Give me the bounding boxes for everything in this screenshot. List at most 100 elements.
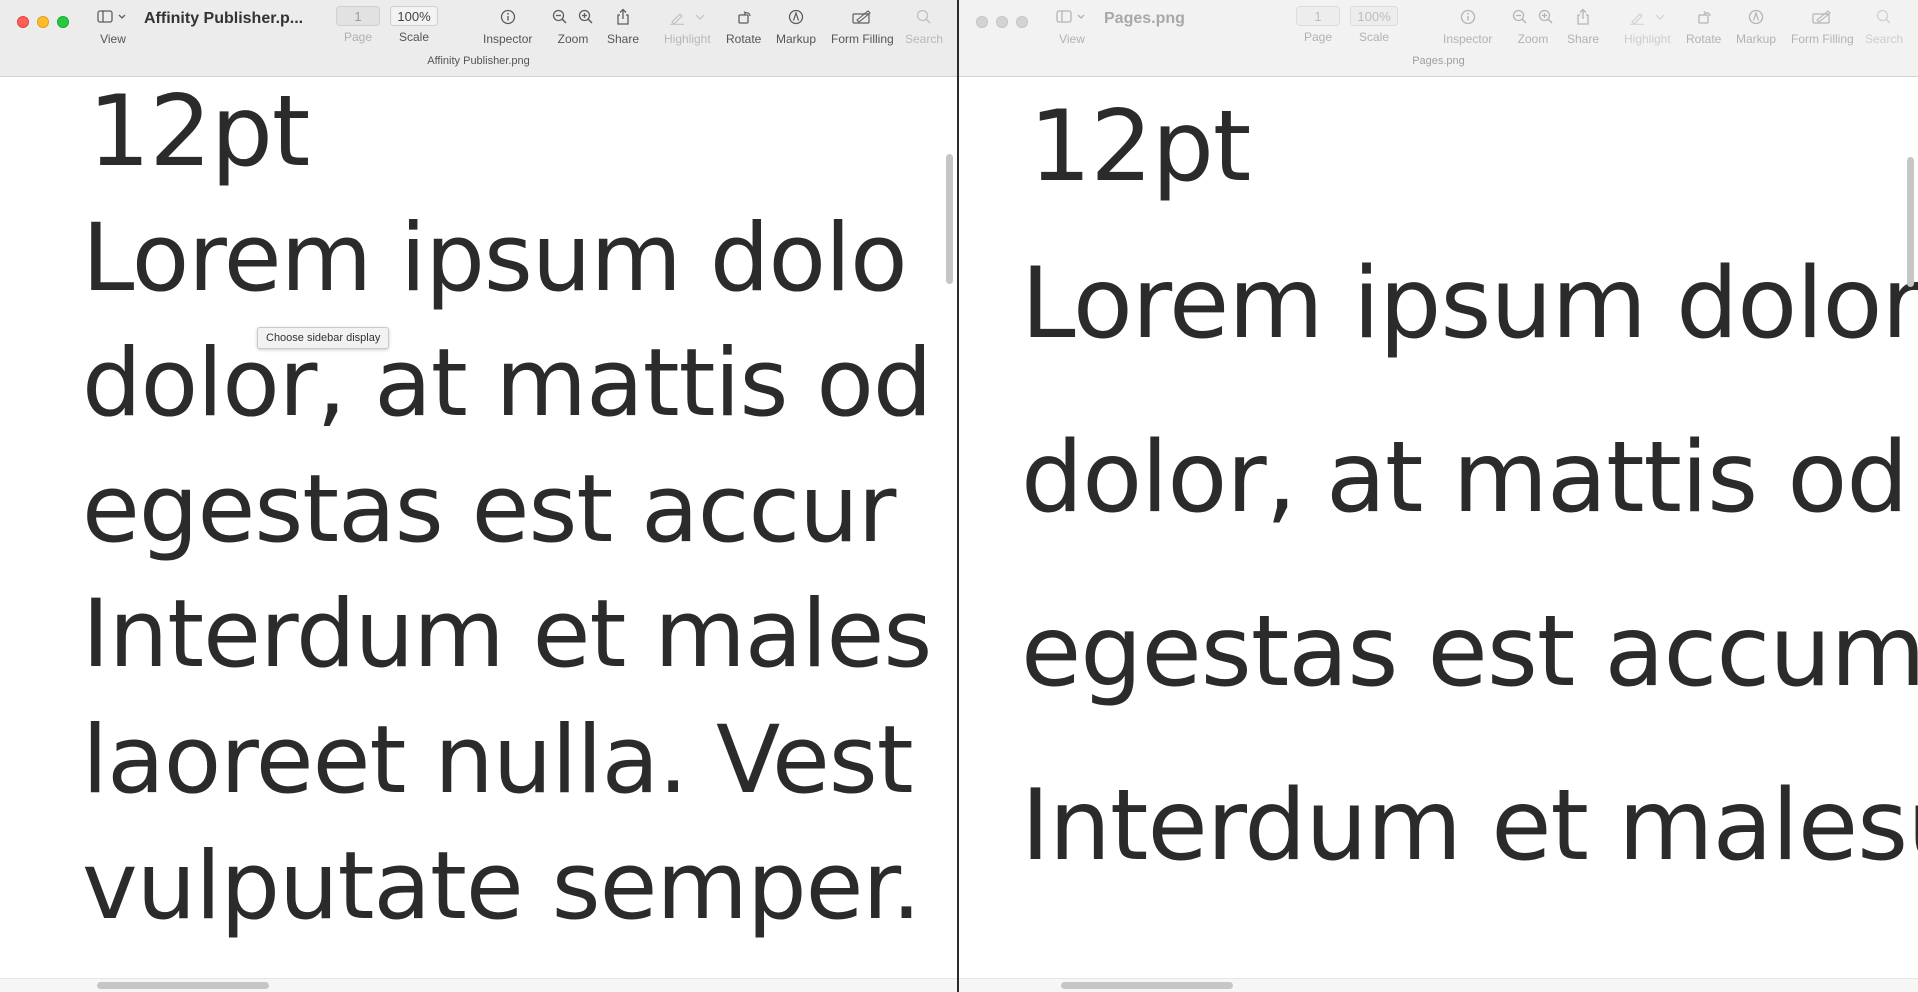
text-line: Lorem ipsum dolo bbox=[82, 204, 908, 313]
document-canvas[interactable]: 12pt Lorem ipsum dolor dolor, at mattis … bbox=[959, 77, 1918, 992]
search-button[interactable]: Search bbox=[1865, 6, 1903, 46]
share-button[interactable]: Share bbox=[607, 6, 639, 46]
vertical-scrollbar[interactable] bbox=[946, 154, 953, 284]
text-line: dolor, at mattis od bbox=[1021, 421, 1909, 535]
text-line: dolor, at mattis od bbox=[82, 329, 933, 438]
window-toolbar: View Affinity Publisher.p... 1 Page 100%… bbox=[0, 0, 957, 77]
inspector-button[interactable]: Inspector bbox=[483, 6, 532, 46]
form-filling-button[interactable]: Form Filling bbox=[831, 6, 894, 46]
horizontal-scrollbar[interactable] bbox=[1061, 982, 1233, 989]
form-filling-label: Form Filling bbox=[831, 32, 894, 46]
scale-field[interactable]: 100% bbox=[1350, 6, 1398, 26]
preview-window-affinity: View Affinity Publisher.p... 1 Page 100%… bbox=[0, 0, 957, 992]
zoom-out-icon[interactable] bbox=[1512, 9, 1528, 25]
rotate-label: Rotate bbox=[1686, 32, 1722, 46]
markup-label: Markup bbox=[1736, 32, 1777, 46]
document-title: Affinity Publisher.p... bbox=[144, 10, 304, 27]
text-line: Interdum et males bbox=[82, 580, 932, 689]
horizontal-scrollbar[interactable] bbox=[97, 982, 269, 989]
highlight-label: Highlight bbox=[664, 32, 711, 46]
info-icon bbox=[1460, 9, 1475, 25]
preview-window-pages: View Pages.png 1 Page 100% Scale Inspect… bbox=[959, 0, 1918, 992]
minimize-window-button[interactable] bbox=[37, 16, 49, 28]
tooltip: Choose sidebar display bbox=[257, 327, 390, 349]
scale-label: Scale bbox=[398, 30, 430, 44]
text-line: 12pt bbox=[88, 77, 310, 189]
window-controls bbox=[17, 16, 69, 28]
search-label: Search bbox=[905, 32, 944, 46]
markup-pen-icon bbox=[1748, 9, 1764, 25]
search-icon bbox=[916, 9, 931, 24]
minimize-window-button[interactable] bbox=[996, 16, 1008, 28]
scale-control: 100% Scale bbox=[390, 6, 438, 44]
sidebar-icon bbox=[1056, 10, 1085, 23]
form-filling-button[interactable]: Form Filling bbox=[1791, 6, 1854, 46]
page-number-field[interactable]: 1 bbox=[336, 6, 380, 26]
text-line: laoreet nulla. Vest bbox=[82, 706, 914, 815]
zoom-window-button[interactable] bbox=[1016, 16, 1028, 28]
scale-field[interactable]: 100% bbox=[390, 6, 438, 26]
highlight-button[interactable]: Highlight bbox=[664, 6, 711, 46]
inspector-label: Inspector bbox=[483, 32, 533, 46]
view-button[interactable]: View bbox=[97, 6, 129, 46]
text-line: egestas est accur bbox=[82, 455, 896, 564]
share-icon bbox=[1577, 8, 1589, 25]
close-window-button[interactable] bbox=[17, 16, 29, 28]
rotate-button[interactable]: Rotate bbox=[1686, 6, 1721, 46]
text-line: 12pt bbox=[1029, 90, 1251, 204]
search-button[interactable]: Search bbox=[905, 6, 943, 46]
window-toolbar: View Pages.png 1 Page 100% Scale Inspect… bbox=[959, 0, 1918, 77]
rotate-icon bbox=[1698, 11, 1711, 24]
view-label: View bbox=[100, 32, 126, 46]
markup-button[interactable]: Markup bbox=[1736, 6, 1776, 46]
share-icon bbox=[617, 8, 629, 25]
text-line: egestas est accum bbox=[1021, 595, 1918, 709]
zoom-label: Zoom bbox=[557, 32, 589, 46]
inspector-label: Inspector bbox=[1443, 32, 1493, 46]
zoom-out-icon[interactable] bbox=[552, 9, 568, 25]
search-icon bbox=[1876, 9, 1891, 24]
page-control: 1 Page bbox=[1296, 6, 1340, 44]
view-button[interactable]: View bbox=[1056, 6, 1088, 46]
rotate-icon bbox=[738, 11, 751, 24]
scale-control: 100% Scale bbox=[1350, 6, 1398, 44]
form-filling-label: Form Filling bbox=[1791, 32, 1854, 46]
rotate-button[interactable]: Rotate bbox=[726, 6, 761, 46]
highlighter-icon bbox=[670, 13, 685, 25]
zoom-in-icon[interactable] bbox=[1538, 9, 1554, 25]
zoom-in-icon[interactable] bbox=[578, 9, 594, 25]
zoom-controls: Zoom bbox=[1512, 6, 1554, 46]
highlight-button[interactable]: Highlight bbox=[1624, 6, 1671, 46]
text-line: vulputate semper. bbox=[82, 832, 921, 941]
zoom-window-button[interactable] bbox=[57, 16, 69, 28]
document-canvas[interactable]: 12pt Lorem ipsum dolo dolor, at mattis o… bbox=[0, 77, 957, 992]
markup-button[interactable]: Markup bbox=[776, 6, 816, 46]
share-label: Share bbox=[607, 32, 640, 46]
page-label: Page bbox=[1303, 30, 1333, 44]
chevron-down-icon[interactable] bbox=[1655, 13, 1665, 21]
share-button[interactable]: Share bbox=[1567, 6, 1599, 46]
close-window-button[interactable] bbox=[976, 16, 988, 28]
text-line: Interdum et malesu bbox=[1021, 769, 1918, 883]
document-subtitle: Affinity Publisher.png bbox=[427, 55, 530, 67]
markup-label: Markup bbox=[776, 32, 817, 46]
chevron-down-icon[interactable] bbox=[695, 13, 705, 21]
scale-label: Scale bbox=[1358, 30, 1390, 44]
highlighter-icon bbox=[1630, 13, 1645, 25]
page-number-field[interactable]: 1 bbox=[1296, 6, 1340, 26]
highlight-label: Highlight bbox=[1624, 32, 1671, 46]
share-label: Share bbox=[1567, 32, 1600, 46]
markup-pen-icon bbox=[788, 9, 804, 25]
vertical-scrollbar[interactable] bbox=[1907, 157, 1914, 287]
page-control: 1 Page bbox=[336, 6, 380, 44]
info-icon bbox=[500, 9, 515, 25]
document-subtitle: Pages.png bbox=[1412, 55, 1465, 67]
window-controls bbox=[976, 16, 1028, 28]
text-line: Lorem ipsum dolor bbox=[1021, 247, 1918, 361]
zoom-label: Zoom bbox=[1517, 32, 1549, 46]
view-label: View bbox=[1059, 32, 1085, 46]
document-title: Pages.png bbox=[1104, 10, 1185, 27]
search-label: Search bbox=[1865, 32, 1904, 46]
zoom-controls: Zoom bbox=[552, 6, 594, 46]
inspector-button[interactable]: Inspector bbox=[1443, 6, 1492, 46]
